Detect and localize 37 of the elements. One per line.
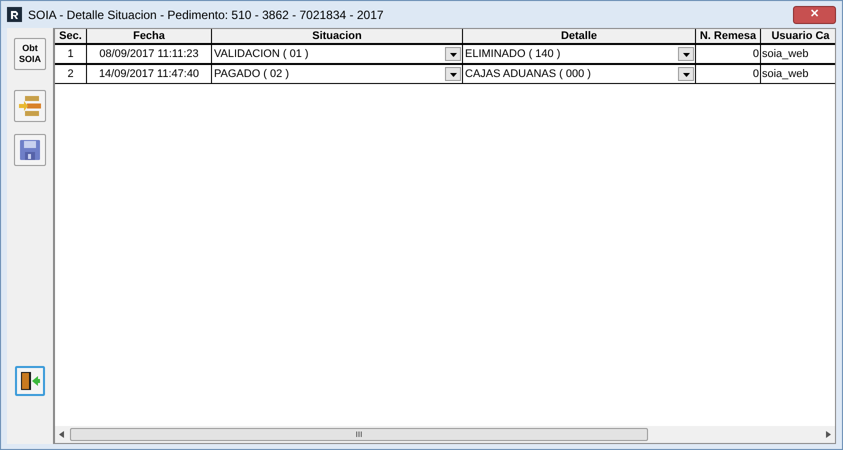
dropdown-caret-icon[interactable] [445, 67, 461, 81]
dropdown-value: CAJAS ADUANAS ( 000 ) [465, 66, 591, 82]
obt-soia-button[interactable]: Obt SOIA [14, 38, 46, 70]
column-header[interactable]: Situacion [212, 29, 463, 44]
table-cell: 14/09/2017 11:47:40 [87, 65, 212, 84]
column-header[interactable]: N. Remesa [696, 29, 761, 44]
column-header[interactable]: Usuario Ca [761, 29, 835, 44]
horizontal-scrollbar[interactable]: III [55, 426, 835, 443]
window-title: SOIA - Detalle Situacion - Pedimento: 510 - 3862 - 7021834 - 2017 [28, 6, 384, 24]
column-header[interactable]: Sec. [55, 29, 87, 44]
column-header[interactable]: Fecha [87, 29, 212, 44]
dropdown-value: PAGADO ( 02 ) [214, 66, 289, 82]
dropdown-caret-icon[interactable] [678, 47, 694, 61]
door-exit-icon [19, 370, 41, 392]
table-cell: 0 [696, 65, 761, 84]
dropdown-caret-icon[interactable] [445, 47, 461, 61]
dropdown-value: ELIMINADO ( 140 ) [465, 46, 560, 62]
dropdown-field[interactable]: VALIDACION ( 01 ) [212, 45, 463, 64]
table-cell: 1 [55, 45, 87, 64]
dropdown-field[interactable]: CAJAS ADUANAS ( 000 ) [463, 65, 696, 84]
dropdown-caret-icon[interactable] [678, 67, 694, 81]
dropdown-field[interactable]: ELIMINADO ( 140 ) [463, 45, 696, 64]
table-cell: 08/09/2017 11:11:23 [87, 45, 212, 64]
table-cell: 0 [696, 45, 761, 64]
close-button[interactable]: ✕ [793, 6, 836, 24]
scroll-right-icon[interactable] [826, 431, 831, 438]
table-cell: 2 [55, 65, 87, 84]
exit-button[interactable] [15, 366, 45, 396]
transfer-icon [19, 95, 41, 117]
dropdown-value: VALIDACION ( 01 ) [214, 46, 309, 62]
scroll-left-icon[interactable] [59, 431, 64, 438]
scrollbar-thumb[interactable]: III [70, 428, 648, 441]
dropdown-field[interactable]: PAGADO ( 02 ) [212, 65, 463, 84]
app-logo-icon [7, 7, 22, 22]
save-button[interactable] [14, 134, 46, 166]
transfer-button[interactable] [14, 90, 46, 122]
column-header[interactable]: Detalle [463, 29, 696, 44]
